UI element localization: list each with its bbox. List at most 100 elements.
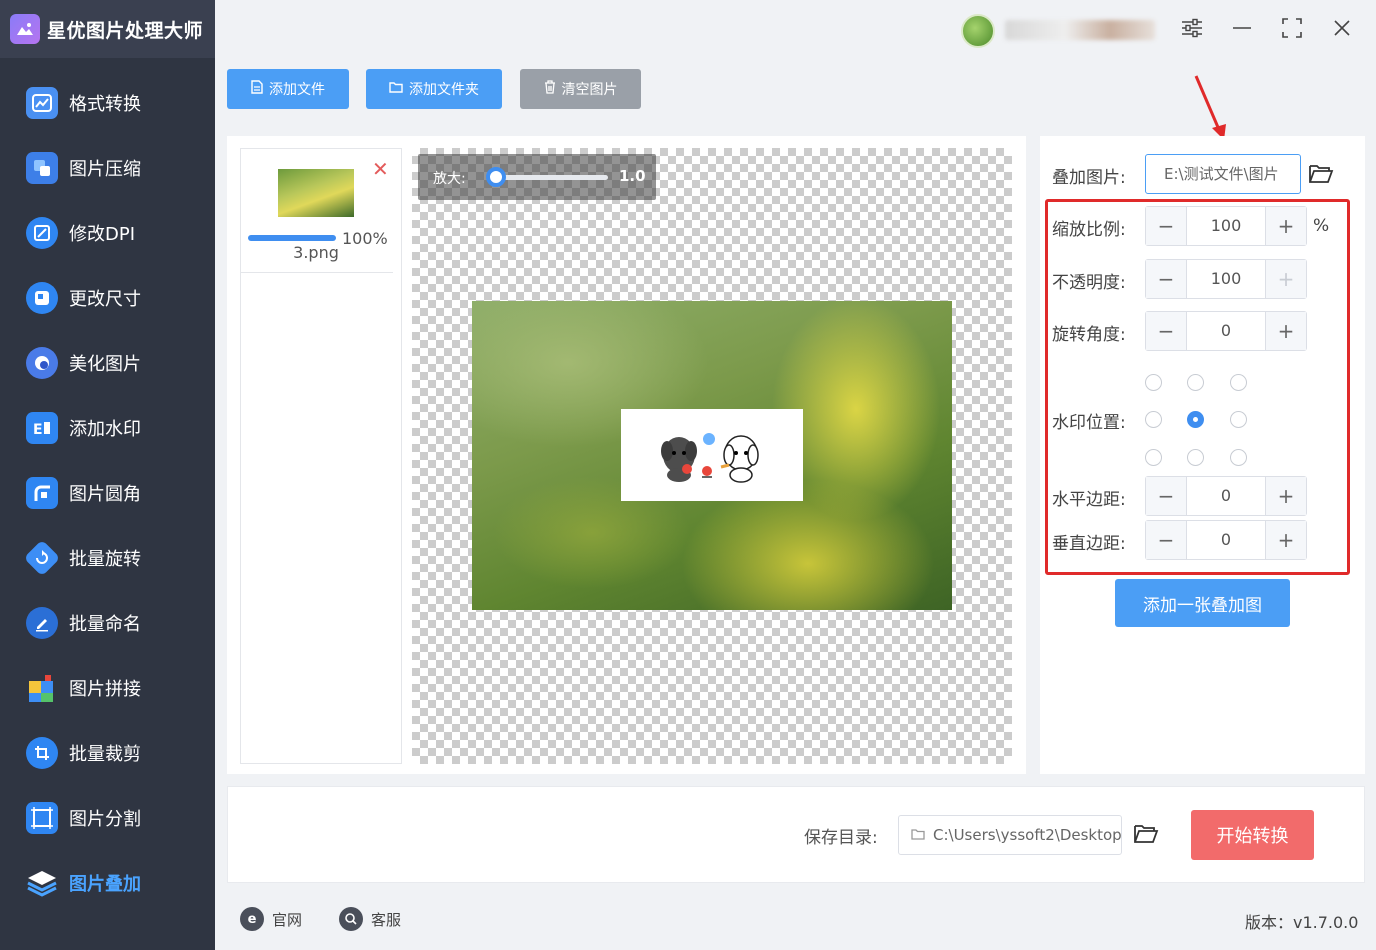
position-top-center-radio[interactable] bbox=[1187, 374, 1204, 391]
sidebar-item-label: 美化图片 bbox=[69, 353, 141, 375]
scale-label: 缩放比例: bbox=[1052, 220, 1126, 240]
position-bottom-left-radio[interactable] bbox=[1145, 449, 1162, 466]
opacity-decrease-button[interactable]: − bbox=[1146, 260, 1186, 298]
clear-images-button[interactable]: 清空图片 bbox=[520, 69, 641, 109]
sidebar-item-label: 批量裁剪 bbox=[69, 743, 141, 765]
position-middle-right-radio[interactable] bbox=[1230, 411, 1247, 428]
beautify-icon bbox=[26, 346, 58, 379]
website-link[interactable]: e 官网 bbox=[240, 907, 302, 931]
horizontal-margin-decrease-button[interactable]: − bbox=[1146, 477, 1186, 515]
position-middle-left-radio[interactable] bbox=[1145, 411, 1162, 428]
position-center-radio[interactable] bbox=[1187, 411, 1204, 428]
resize-icon bbox=[26, 281, 58, 314]
vertical-margin-decrease-button[interactable]: − bbox=[1146, 521, 1186, 559]
horizontal-margin-increase-button[interactable]: + bbox=[1266, 477, 1306, 515]
avatar[interactable] bbox=[961, 14, 995, 48]
sidebar-item-label: 批量命名 bbox=[69, 613, 141, 635]
save-directory-input[interactable]: C:\Users\yssoft2\Desktop bbox=[898, 815, 1122, 855]
split-icon bbox=[26, 801, 58, 834]
title-bar bbox=[215, 0, 1376, 58]
sidebar-item-overlay[interactable]: 图片叠加 bbox=[0, 850, 215, 915]
rotate-icon bbox=[23, 539, 61, 576]
sidebar-item-label: 更改尺寸 bbox=[69, 288, 141, 310]
browse-overlay-button[interactable] bbox=[1306, 160, 1336, 190]
rotation-value[interactable]: 0 bbox=[1186, 312, 1266, 350]
remove-file-icon[interactable]: ✕ bbox=[372, 159, 389, 179]
opacity-value[interactable]: 100 bbox=[1186, 260, 1266, 298]
watermark-icon: E bbox=[26, 411, 58, 444]
sidebar-item-label: 图片圆角 bbox=[69, 483, 141, 505]
file-name: 3.png bbox=[293, 243, 339, 262]
crop-icon bbox=[26, 736, 58, 769]
opacity-increase-button[interactable]: + bbox=[1266, 260, 1306, 298]
file-divider bbox=[241, 272, 393, 273]
sidebar-item-label: 图片拼接 bbox=[69, 678, 141, 700]
add-overlay-button[interactable]: 添加一张叠加图 bbox=[1115, 579, 1290, 627]
position-bottom-right-radio[interactable] bbox=[1230, 449, 1247, 466]
sidebar-item-rotate[interactable]: 批量旋转 bbox=[0, 525, 215, 590]
support-link[interactable]: 客服 bbox=[339, 907, 401, 931]
sidebar-item-puzzle[interactable]: 图片拼接 bbox=[0, 655, 215, 720]
website-label: 官网 bbox=[272, 910, 303, 929]
rotation-decrease-button[interactable]: − bbox=[1146, 312, 1186, 350]
minimize-button[interactable] bbox=[1226, 14, 1258, 46]
app-logo-icon bbox=[10, 14, 40, 44]
close-icon bbox=[1333, 19, 1351, 41]
sidebar-nav: 格式转换 图片压缩 修改DPI 更改尺寸 美化图片 E 添加水印 图片圆角 批量… bbox=[0, 70, 215, 915]
add-folder-button[interactable]: 添加文件夹 bbox=[366, 69, 502, 109]
sidebar-item-split[interactable]: 图片分割 bbox=[0, 785, 215, 850]
zoom-value: 1.0 bbox=[619, 167, 646, 185]
file-list: ✕ 100% 3.png bbox=[240, 148, 402, 764]
position-label: 水印位置: bbox=[1052, 413, 1126, 433]
sidebar-item-dpi[interactable]: 修改DPI bbox=[0, 200, 215, 265]
sidebar-item-watermark[interactable]: E 添加水印 bbox=[0, 395, 215, 460]
sidebar-item-crop[interactable]: 批量裁剪 bbox=[0, 720, 215, 785]
puzzle-icon bbox=[26, 672, 58, 704]
sidebar-item-compress[interactable]: 图片压缩 bbox=[0, 135, 215, 200]
sidebar-item-round-corner[interactable]: 图片圆角 bbox=[0, 460, 215, 525]
add-folder-label: 添加文件夹 bbox=[409, 82, 479, 98]
zoom-slider-track[interactable] bbox=[490, 175, 608, 180]
horizontal-margin-value[interactable]: 0 bbox=[1186, 477, 1266, 515]
sidebar-item-label: 添加水印 bbox=[69, 418, 141, 440]
sidebar-item-format-convert[interactable]: 格式转换 bbox=[0, 70, 215, 135]
opacity-label: 不透明度: bbox=[1052, 273, 1126, 293]
format-convert-icon bbox=[26, 86, 58, 119]
preview-canvas: 放大: 1.0 bbox=[412, 148, 1012, 764]
browse-save-directory-button[interactable] bbox=[1131, 820, 1161, 850]
position-top-left-radio[interactable] bbox=[1145, 374, 1162, 391]
dpi-icon bbox=[26, 216, 58, 249]
sidebar-item-label: 批量旋转 bbox=[69, 548, 141, 570]
add-file-button[interactable]: 添加文件 bbox=[227, 69, 349, 109]
sidebar-item-label: 图片叠加 bbox=[69, 873, 141, 895]
overlay-image-label: 叠加图片: bbox=[1052, 168, 1126, 188]
sidebar-item-resize[interactable]: 更改尺寸 bbox=[0, 265, 215, 330]
start-convert-button[interactable]: 开始转换 bbox=[1191, 810, 1314, 860]
rotation-label: 旋转角度: bbox=[1052, 325, 1126, 345]
sliders-icon bbox=[1181, 18, 1203, 42]
settings-button[interactable] bbox=[1176, 14, 1208, 46]
close-button[interactable] bbox=[1326, 14, 1358, 46]
username-blurred bbox=[1005, 20, 1155, 40]
vertical-margin-value[interactable]: 0 bbox=[1186, 521, 1266, 559]
scale-decrease-button[interactable]: − bbox=[1146, 207, 1186, 245]
zoom-slider-handle[interactable] bbox=[486, 167, 506, 187]
sidebar-item-rename[interactable]: 批量命名 bbox=[0, 590, 215, 655]
sidebar-item-label: 格式转换 bbox=[69, 93, 141, 115]
sidebar-item-beautify[interactable]: 美化图片 bbox=[0, 330, 215, 395]
position-top-right-radio[interactable] bbox=[1230, 374, 1247, 391]
rotation-increase-button[interactable]: + bbox=[1266, 312, 1306, 350]
scale-increase-button[interactable]: + bbox=[1266, 207, 1306, 245]
scale-value[interactable]: 100 bbox=[1186, 207, 1266, 245]
sidebar-item-label: 图片分割 bbox=[69, 808, 141, 830]
maximize-button[interactable] bbox=[1276, 14, 1308, 46]
support-label: 客服 bbox=[371, 910, 402, 929]
vertical-margin-stepper: − 0 + bbox=[1145, 520, 1307, 560]
position-bottom-center-radio[interactable] bbox=[1187, 449, 1204, 466]
file-thumbnail[interactable] bbox=[278, 169, 354, 217]
open-folder-icon bbox=[1133, 822, 1159, 848]
overlay-image-path-input[interactable]: E:\测试文件\图片 bbox=[1145, 154, 1301, 194]
overlay-settings-panel: 叠加图片: E:\测试文件\图片 缩放比例: − 100 + % 不透明度: −… bbox=[1040, 136, 1365, 774]
vertical-margin-increase-button[interactable]: + bbox=[1266, 521, 1306, 559]
overlay-sticker[interactable] bbox=[621, 409, 803, 501]
